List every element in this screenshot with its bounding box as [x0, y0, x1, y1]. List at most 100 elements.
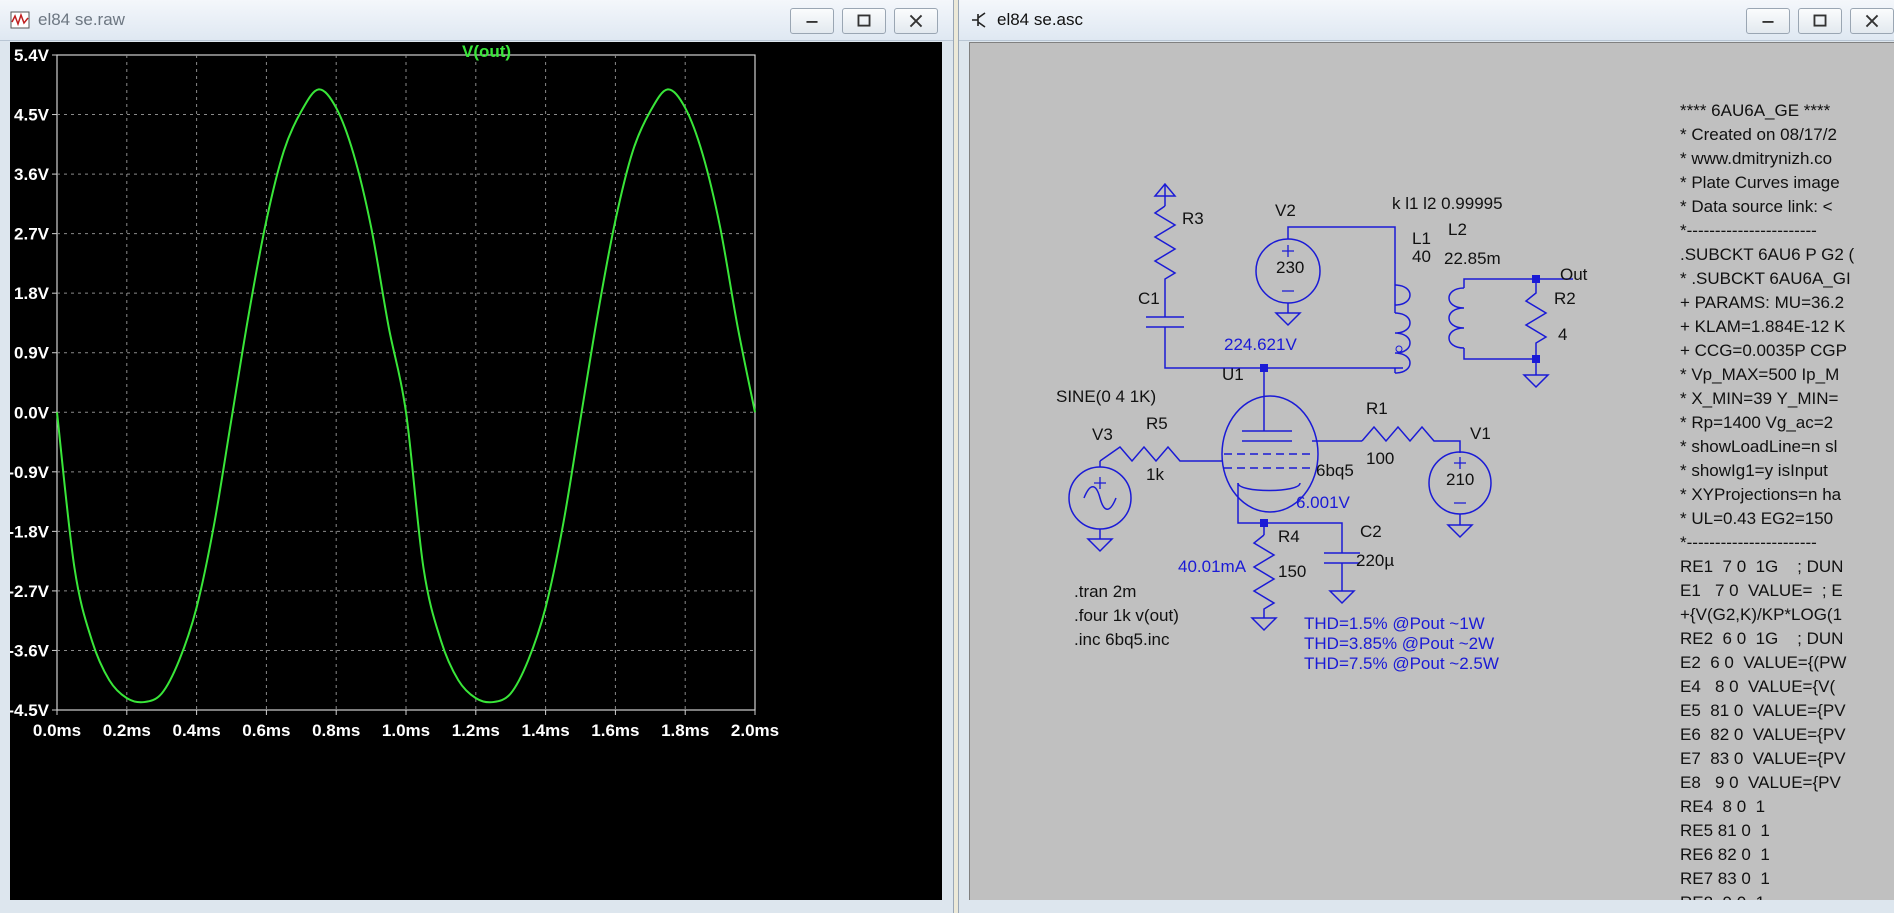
- r1-label: R1: [1366, 399, 1388, 418]
- v2-value: 230: [1276, 258, 1305, 277]
- v1-label: V1: [1470, 424, 1491, 443]
- netlist-line: * Plate Curves image: [1680, 173, 1840, 192]
- r4-value: 150: [1278, 562, 1307, 581]
- r4-resistor[interactable]: [1250, 523, 1278, 632]
- netlist-line: RE2 6 0 1G ; DUN: [1680, 629, 1844, 648]
- window-title: el84 se.asc: [997, 10, 1083, 29]
- r5-label: R5: [1146, 414, 1168, 433]
- netlist-line: * .SUBCKT 6AU6A_GI: [1680, 269, 1851, 288]
- tube-model: 6bq5: [1316, 461, 1354, 480]
- netlist-line: * Created on 08/17/2: [1680, 125, 1837, 144]
- close-button[interactable]: [1850, 8, 1894, 34]
- directive-four[interactable]: .four 1k v(out): [1074, 606, 1179, 626]
- y-tick-label: 3.6V: [14, 165, 50, 184]
- waveform-titlebar[interactable]: el84 se.raw: [0, 0, 953, 41]
- netlist-line: + PARAMS: MU=36.2: [1680, 293, 1845, 312]
- maximize-button[interactable]: [1798, 8, 1842, 34]
- l2-label: L2: [1448, 220, 1467, 239]
- l1-dot-marker: [1395, 345, 1403, 353]
- netlist-line: E8 9 0 VALUE={PV: [1680, 773, 1841, 792]
- thd-note-1w[interactable]: THD=1.5% @Pout ~1W: [1304, 614, 1485, 634]
- window-title: el84 se.raw: [38, 10, 125, 29]
- netlist-line: E2 6 0 VALUE={(PW: [1680, 653, 1847, 672]
- minimize-icon: [806, 21, 818, 23]
- v3-source[interactable]: [1068, 461, 1132, 553]
- u1-label: U1: [1222, 365, 1244, 384]
- y-tick-label: 2.7V: [14, 225, 50, 244]
- x-tick-label: 1.8ms: [661, 721, 709, 740]
- l2-value: 22.85m: [1444, 249, 1501, 268]
- v1-value: 210: [1446, 470, 1475, 489]
- netlist-line: E5 81 0 VALUE={PV: [1680, 701, 1846, 720]
- x-tick-label: 0.4ms: [172, 721, 220, 740]
- netlist-line: E7 83 0 VALUE={PV: [1680, 749, 1846, 768]
- plate-voltage-readout[interactable]: 224.621V: [1224, 335, 1297, 355]
- netlist-line: + CCG=0.0035P CGP: [1680, 341, 1847, 360]
- c2-label: C2: [1360, 522, 1382, 541]
- l1-inductor[interactable]: [1394, 284, 1411, 374]
- y-tick-label: 0.9V: [14, 344, 50, 363]
- x-tick-label: 2.0ms: [731, 721, 779, 740]
- x-tick-label: 1.4ms: [521, 721, 569, 740]
- netlist-line: * Data source link: <: [1680, 197, 1833, 216]
- minimize-button[interactable]: [1746, 8, 1790, 34]
- x-tick-label: 1.6ms: [591, 721, 639, 740]
- plot-trace-title[interactable]: V(out): [462, 42, 511, 62]
- y-tick-label: -1.8V: [10, 522, 50, 541]
- netlist-line: .SUBCKT 6AU6 P G2 (: [1680, 245, 1855, 264]
- y-tick-label: 1.8V: [14, 284, 50, 303]
- netlist-line: + KLAM=1.884E-12 K: [1680, 317, 1846, 336]
- close-button[interactable]: [894, 8, 938, 34]
- minimize-button[interactable]: [790, 8, 834, 34]
- r4-label: R4: [1278, 527, 1300, 546]
- model-netlist-text[interactable]: **** 6AU6A_GE **** * Created on 08/17/2 * …: [1680, 99, 1894, 900]
- netlist-line: RE1 7 0 1G ; DUN: [1680, 557, 1844, 576]
- waveform-window: el84 se.raw V(out) 0.0ms 0.2ms 0.4ms 0.6ms 0…: [0, 0, 954, 913]
- netlist-line: E6 82 0 VALUE={PV: [1680, 725, 1846, 744]
- thd-note-2-5w[interactable]: THD=7.5% @Pout ~2.5W: [1304, 654, 1499, 674]
- netlist-line: +{V(G2,K)/KP*LOG(1: [1680, 605, 1843, 624]
- waveform-chart[interactable]: 0.0ms 0.2ms 0.4ms 0.6ms 0.8ms 1.0ms 1.2ms 1.4ms…: [8, 42, 942, 900]
- cathode-voltage-readout[interactable]: 6.001V: [1296, 493, 1350, 513]
- y-tick-label: -4.5V: [10, 701, 50, 720]
- maximize-icon: [857, 14, 871, 27]
- netlist-line: * Vp_MAX=500 Ip_M: [1680, 365, 1840, 384]
- directive-inc[interactable]: .inc 6bq5.inc: [1074, 630, 1169, 650]
- r5-resistor[interactable]: [1099, 445, 1222, 463]
- out-net-label: Out: [1560, 265, 1588, 284]
- l1-value: 40: [1412, 247, 1431, 266]
- close-icon: [1865, 14, 1879, 28]
- v3-label: V3: [1092, 425, 1113, 444]
- r5-value: 1k: [1146, 465, 1164, 484]
- netlist-line: * www.dmitrynizh.co: [1680, 149, 1833, 168]
- netlist-line: * Rp=1400 Vg_ac=2: [1680, 413, 1834, 432]
- c1-label: C1: [1138, 289, 1160, 308]
- netlist-line: *-----------------------: [1680, 221, 1817, 240]
- cathode-current-readout[interactable]: 40.01mA: [1178, 557, 1246, 577]
- directive-tran[interactable]: .tran 2m: [1074, 582, 1136, 602]
- schematic-window: el84 se.asc R3 C1 V2 230 k l1 l2 0.99995…: [958, 0, 1894, 913]
- netlist-line: E1 7 0 VALUE= ; E: [1680, 581, 1843, 600]
- netlist-line: RE5 81 0 1: [1680, 821, 1770, 840]
- y-tick-label: -3.6V: [10, 641, 50, 660]
- k-directive: k l1 l2 0.99995: [1392, 194, 1503, 213]
- y-tick-label: 5.4V: [14, 46, 50, 65]
- x-tick-label: 0.0ms: [33, 721, 81, 740]
- y-tick-label: 0.0V: [14, 403, 50, 422]
- y-tick-label: -0.9V: [10, 463, 50, 482]
- close-icon: [909, 14, 923, 28]
- netlist-line: RE7 83 0 1: [1680, 869, 1770, 888]
- x-tick-label: 1.0ms: [382, 721, 430, 740]
- netlist-line: * UL=0.43 EG2=150: [1680, 509, 1834, 528]
- thd-note-2w[interactable]: THD=3.85% @Pout ~2W: [1304, 634, 1494, 654]
- r3-label: R3: [1182, 209, 1204, 228]
- maximize-button[interactable]: [842, 8, 886, 34]
- netlist-line: * showIg1=y isInput: [1680, 461, 1828, 480]
- waveform-plot-pane[interactable]: V(out) 0.0ms 0.2ms 0.4ms 0.6ms 0.8ms 1.0ms 1.2…: [8, 42, 942, 900]
- schematic-titlebar[interactable]: el84 se.asc: [959, 0, 1894, 41]
- schematic-canvas[interactable]: R3 C1 V2 230 k l1 l2 0.99995 L1 40 L2 22…: [969, 42, 1894, 900]
- netlist-line: **** 6AU6A_GE ****: [1680, 101, 1831, 120]
- x-tick-label: 0.8ms: [312, 721, 360, 740]
- l2-inductor[interactable]: [1448, 278, 1536, 360]
- v3-sine-spec: SINE(0 4 1K): [1056, 387, 1157, 406]
